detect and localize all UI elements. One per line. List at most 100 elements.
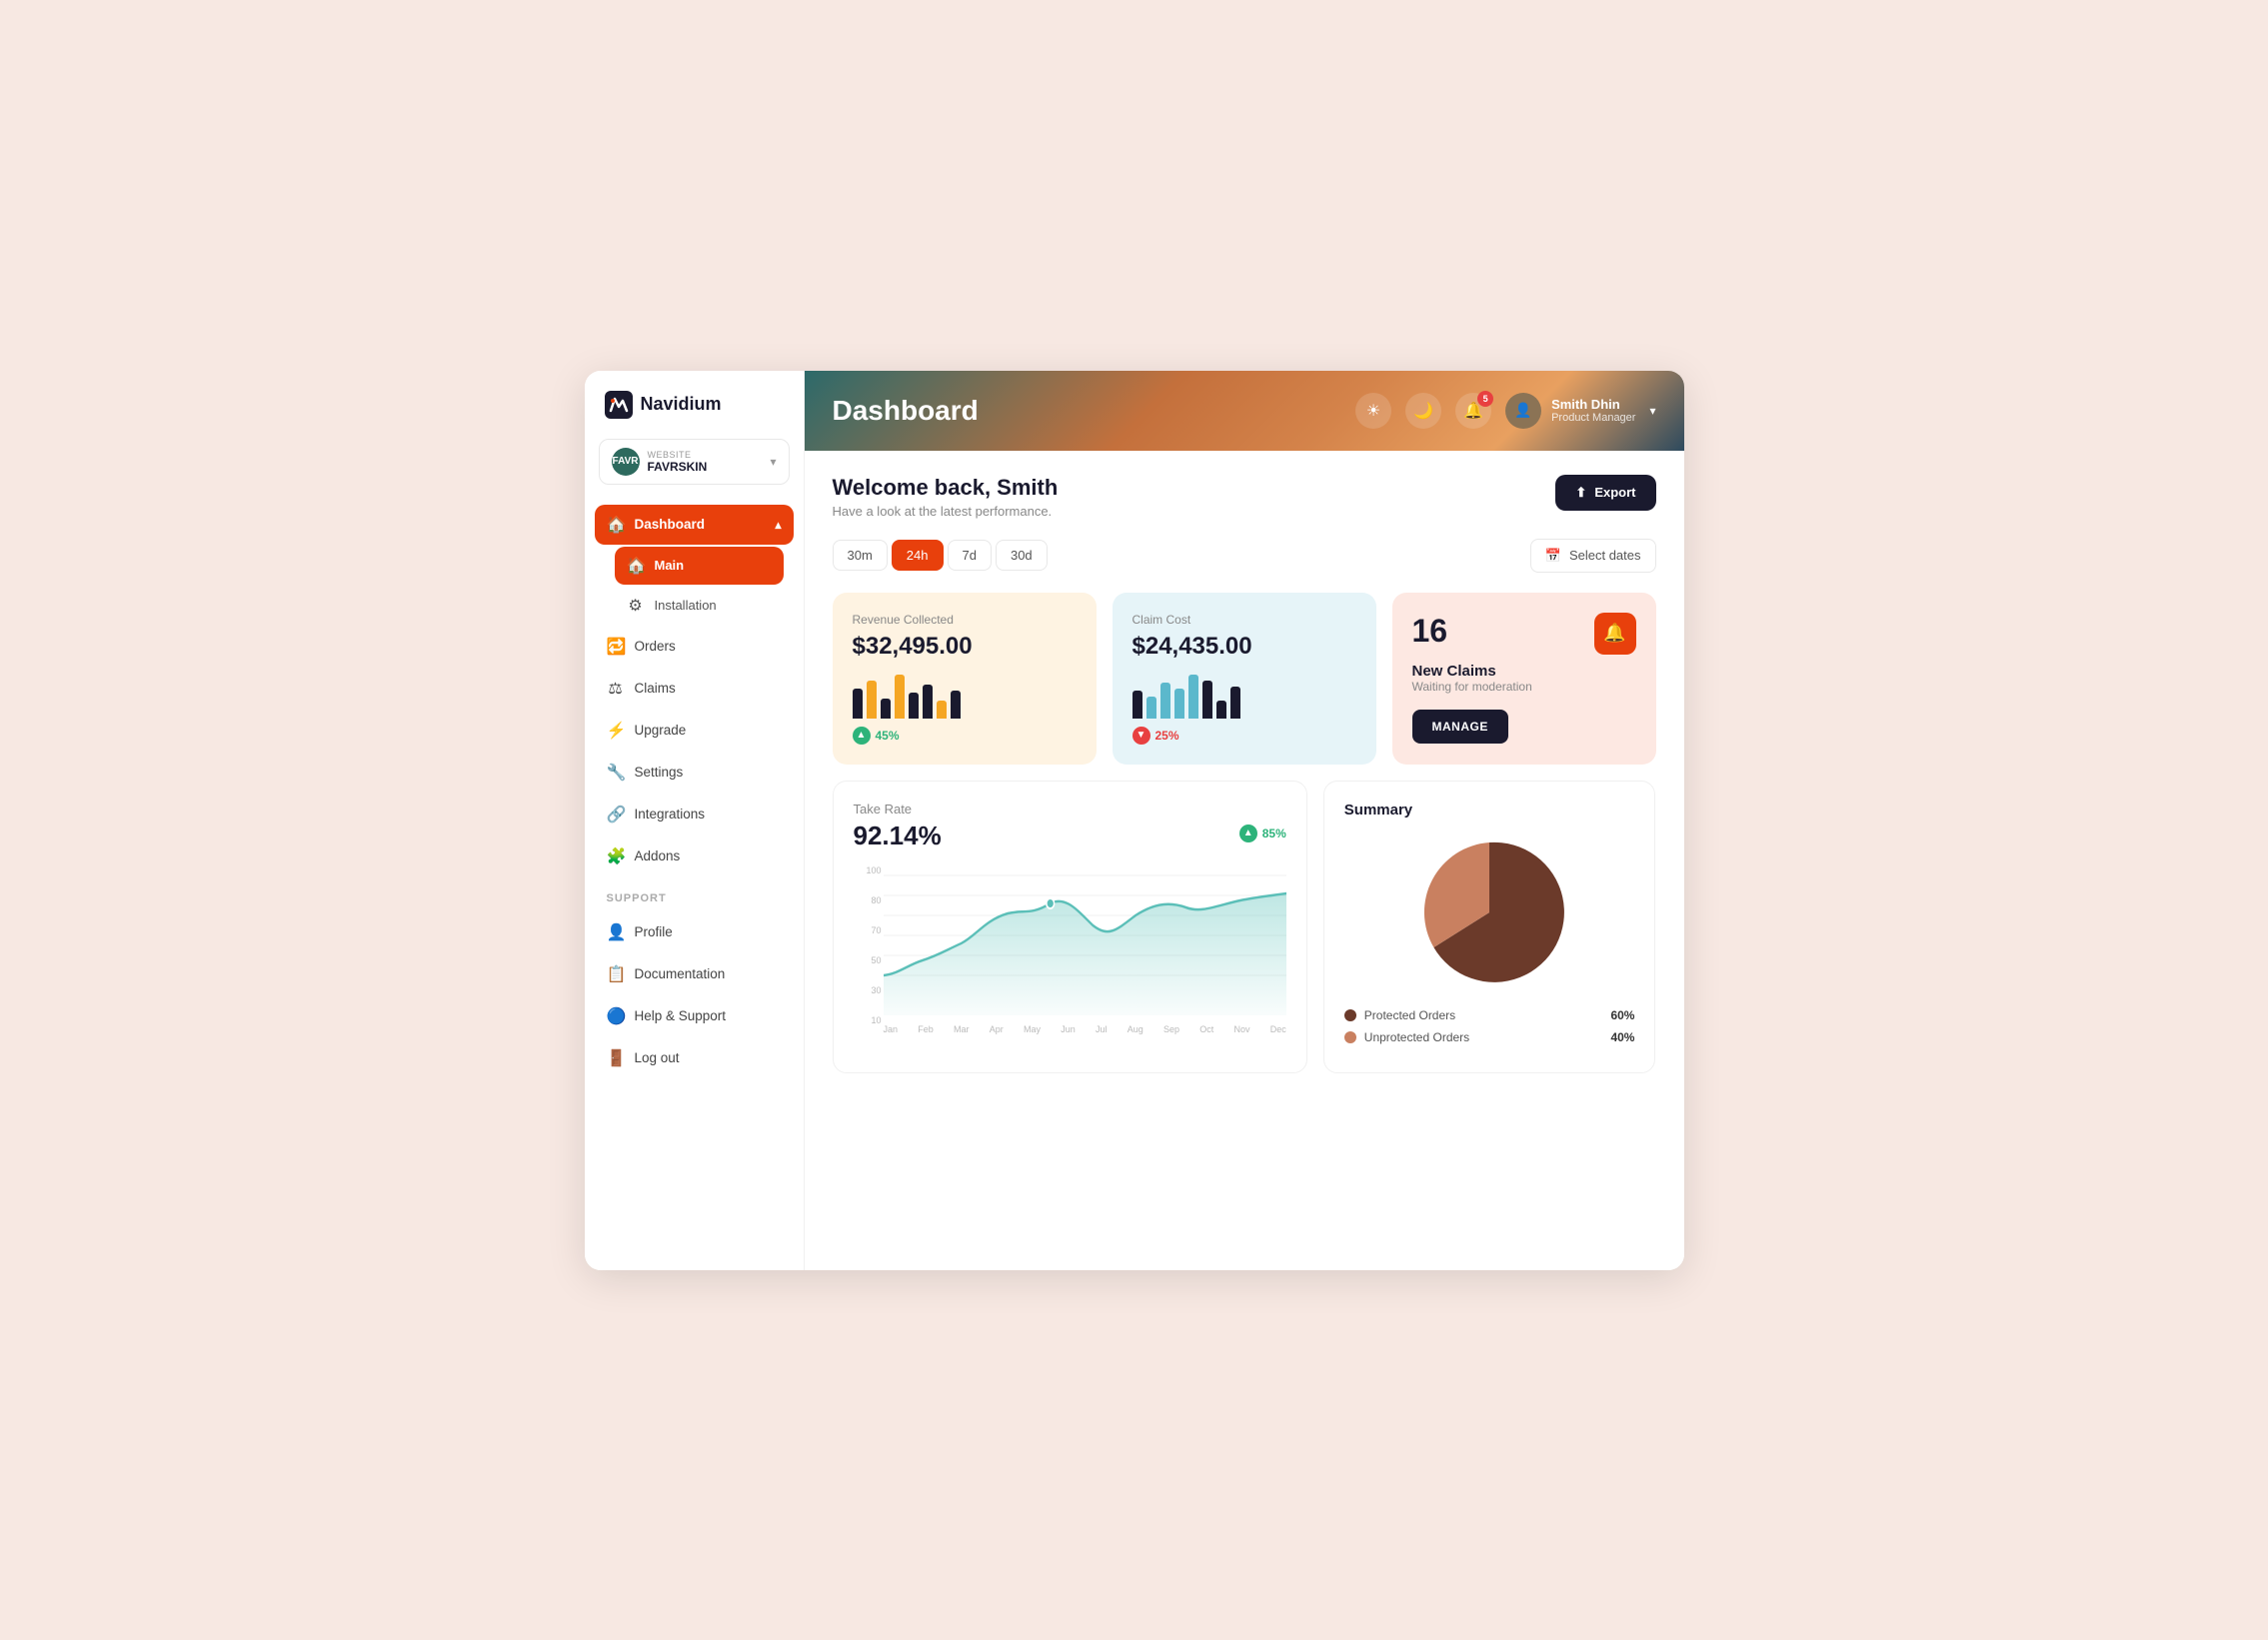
sidebar-item-claims[interactable]: ⚖ Claims: [595, 669, 794, 709]
new-claims-card: 16 🔔 New Claims Waiting for moderation M…: [1392, 593, 1656, 765]
user-name-block: Smith Dhin Product Manager: [1551, 397, 1635, 424]
export-button[interactable]: ⬆ Export: [1555, 475, 1655, 511]
notification-btn[interactable]: 🔔 5: [1455, 393, 1491, 429]
revenue-bar-chart: [853, 675, 1077, 719]
welcome-subtitle: Have a look at the latest performance.: [833, 504, 1059, 519]
filter-7d[interactable]: 7d: [948, 540, 992, 571]
take-rate-trend: ▲ 85%: [1239, 824, 1286, 842]
date-select-label: Select dates: [1569, 548, 1641, 563]
moon-icon-btn[interactable]: 🌙: [1405, 393, 1441, 429]
help-icon: 🔵: [607, 1006, 625, 1026]
export-label: Export: [1594, 485, 1635, 500]
claims-subtitle: Waiting for moderation: [1412, 680, 1636, 694]
bar-3: [881, 699, 891, 719]
main-nav: 🏠 Dashboard ▴ 🏠 Main ⚙ Installation 🔁 Or…: [585, 505, 804, 878]
bar-8: [1230, 687, 1240, 719]
sidebar-item-label: Orders: [635, 639, 676, 654]
legend-protected: Protected Orders 60%: [1344, 1008, 1635, 1022]
legend-unprotected-dot: [1344, 1031, 1356, 1043]
legend-protected-label: Protected Orders: [1344, 1008, 1611, 1022]
revenue-trend: ▲ 45%: [853, 727, 1077, 745]
user-profile[interactable]: 👤 Smith Dhin Product Manager ▾: [1505, 393, 1655, 429]
sidebar-item-integrations[interactable]: 🔗 Integrations: [595, 795, 794, 834]
legend-unprotected-label: Unprotected Orders: [1344, 1030, 1611, 1044]
bar-7: [937, 701, 947, 719]
sidebar-item-documentation[interactable]: 📋 Documentation: [595, 954, 794, 994]
claim-label: Claim Cost: [1133, 613, 1356, 627]
sidebar-item-addons[interactable]: 🧩 Addons: [595, 836, 794, 876]
filter-24h[interactable]: 24h: [892, 540, 944, 571]
legend-protected-dot: [1344, 1009, 1356, 1021]
sidebar-item-label: Integrations: [635, 807, 706, 821]
claim-cost-card: Claim Cost $24,435.00 ▼ 25%: [1113, 593, 1376, 765]
sidebar-item-label: Claims: [635, 681, 676, 696]
stats-row: Revenue Collected $32,495.00 ▲: [833, 593, 1656, 765]
sidebar-item-settings[interactable]: 🔧 Settings: [595, 753, 794, 793]
bottom-row: Take Rate 92.14% ▲ 85% 1008070503010: [833, 781, 1656, 1073]
user-avatar: 👤: [1505, 393, 1541, 429]
claims-title: New Claims: [1412, 663, 1636, 680]
y-axis-labels: 1008070503010: [854, 865, 882, 1025]
sidebar-item-label: Installation: [655, 598, 717, 613]
filter-30m[interactable]: 30m: [833, 540, 888, 571]
sidebar-item-installation[interactable]: ⚙ Installation: [615, 587, 784, 625]
gear-icon: ⚙: [627, 596, 645, 616]
app-name: Navidium: [641, 394, 722, 415]
bar-6: [1202, 681, 1212, 719]
legend-unprotected: Unprotected Orders 40%: [1344, 1030, 1635, 1044]
claims-header: 16 🔔: [1412, 613, 1636, 655]
orders-icon: 🔁: [607, 637, 625, 657]
trend-up-icon: ▲: [853, 727, 871, 745]
sidebar-item-label: Upgrade: [635, 723, 687, 738]
export-icon: ⬆: [1575, 485, 1586, 501]
website-avatar: FAVR: [612, 448, 640, 476]
bar-4: [1174, 689, 1184, 719]
sidebar-item-upgrade[interactable]: ⚡ Upgrade: [595, 711, 794, 751]
bar-5: [909, 693, 919, 719]
logout-icon: 🚪: [607, 1048, 625, 1068]
revenue-label: Revenue Collected: [853, 613, 1077, 627]
pie-chart-svg: [1409, 832, 1569, 992]
manage-button[interactable]: MANAGE: [1412, 710, 1508, 744]
sidebar-item-label: Help & Support: [635, 1008, 727, 1023]
website-label: WEBSITE: [648, 450, 763, 460]
claims-bell-icon: 🔔: [1594, 613, 1636, 655]
settings-icon: 🔧: [607, 763, 625, 783]
home-icon: 🏠: [607, 515, 625, 535]
website-name: FAVRSKIN: [648, 460, 763, 474]
sun-icon-btn[interactable]: ☀: [1355, 393, 1391, 429]
sidebar-item-orders[interactable]: 🔁 Orders: [595, 627, 794, 667]
sidebar-item-profile[interactable]: 👤 Profile: [595, 912, 794, 952]
welcome-block: Welcome back, Smith Have a look at the l…: [833, 475, 1059, 519]
user-chevron-icon: ▾: [1649, 404, 1655, 418]
sidebar-item-label: Documentation: [635, 966, 726, 981]
notification-badge: 5: [1477, 391, 1493, 407]
pie-chart-wrap: [1344, 832, 1635, 992]
sidebar: Navidium FAVR WEBSITE FAVRSKIN ▾ 🏠 Dashb…: [585, 371, 805, 1270]
welcome-title: Welcome back, Smith: [833, 475, 1059, 501]
sidebar-item-label: Settings: [635, 765, 684, 780]
summary-card: Summary: [1323, 781, 1656, 1073]
trend-down-icon: ▼: [1133, 727, 1150, 745]
sidebar-item-help[interactable]: 🔵 Help & Support: [595, 996, 794, 1036]
main-content: Dashboard ☀ 🌙 🔔 5 👤 Smith Dhin Product M…: [805, 371, 1684, 1270]
sidebar-item-dashboard[interactable]: 🏠 Dashboard ▴: [595, 505, 794, 545]
take-rate-trend-icon: ▲: [1239, 824, 1257, 842]
dashboard-body: Welcome back, Smith Have a look at the l…: [805, 451, 1684, 1270]
website-selector[interactable]: FAVR WEBSITE FAVRSKIN ▾: [599, 439, 790, 485]
bar-1: [1133, 691, 1142, 719]
sidebar-item-logout[interactable]: 🚪 Log out: [595, 1038, 794, 1078]
revenue-card: Revenue Collected $32,495.00 ▲: [833, 593, 1097, 765]
date-select-button[interactable]: 📅 Select dates: [1530, 539, 1656, 573]
header: Dashboard ☀ 🌙 🔔 5 👤 Smith Dhin Product M…: [805, 371, 1684, 451]
filter-30d[interactable]: 30d: [996, 540, 1048, 571]
sidebar-item-main[interactable]: 🏠 Main: [615, 547, 784, 585]
sidebar-item-label: Addons: [635, 848, 681, 863]
claim-trend: ▼ 25%: [1133, 727, 1356, 745]
app-container: Navidium FAVR WEBSITE FAVRSKIN ▾ 🏠 Dashb…: [585, 371, 1684, 1270]
profile-icon: 👤: [607, 922, 625, 942]
logo-icon: [605, 391, 633, 419]
area-chart: 1008070503010: [854, 865, 1286, 1045]
welcome-row: Welcome back, Smith Have a look at the l…: [833, 475, 1656, 519]
bar-3: [1160, 683, 1170, 719]
